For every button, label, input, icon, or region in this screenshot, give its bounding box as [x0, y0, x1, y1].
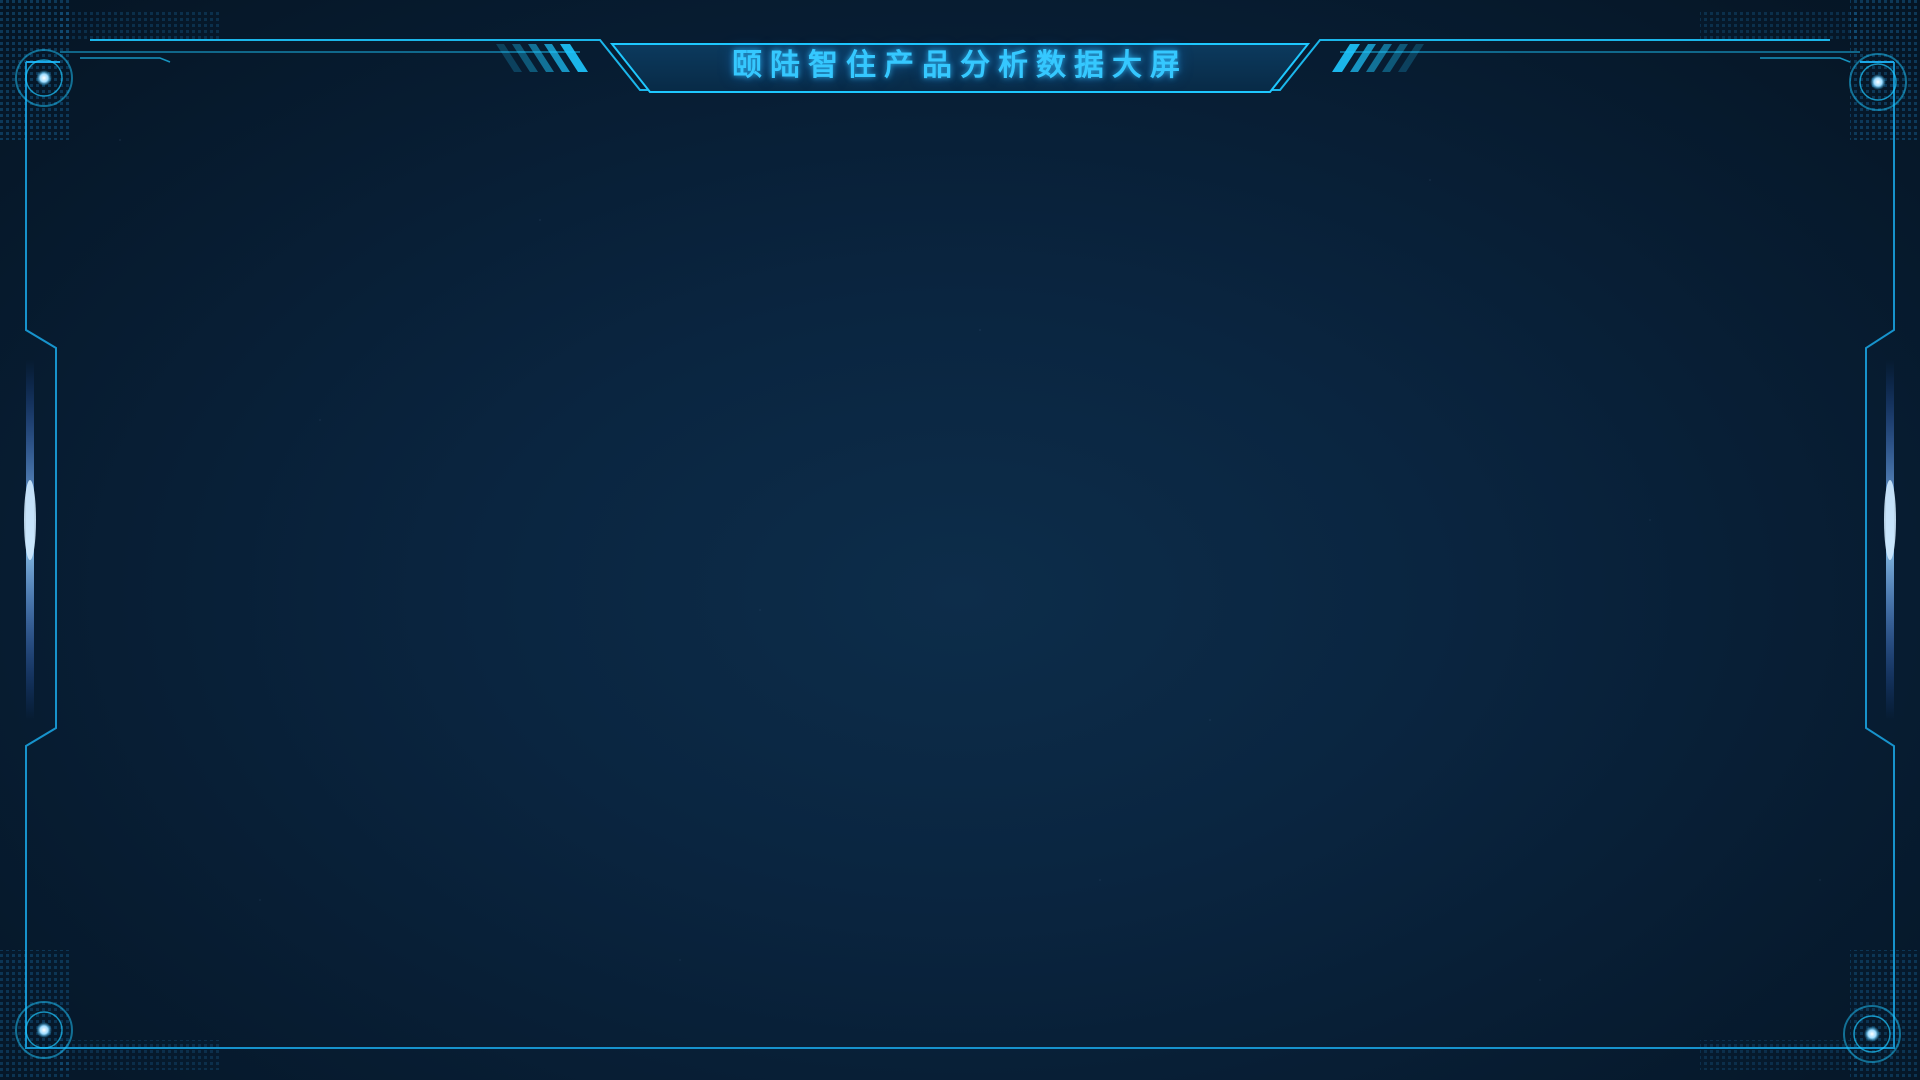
- page-title: 颐陆智住产品分析数据大屏: [732, 48, 1188, 83]
- dashboard-screen: 颐陆智住产品分析数据大屏: [0, 0, 1920, 1080]
- content-area: [56, 100, 1864, 1040]
